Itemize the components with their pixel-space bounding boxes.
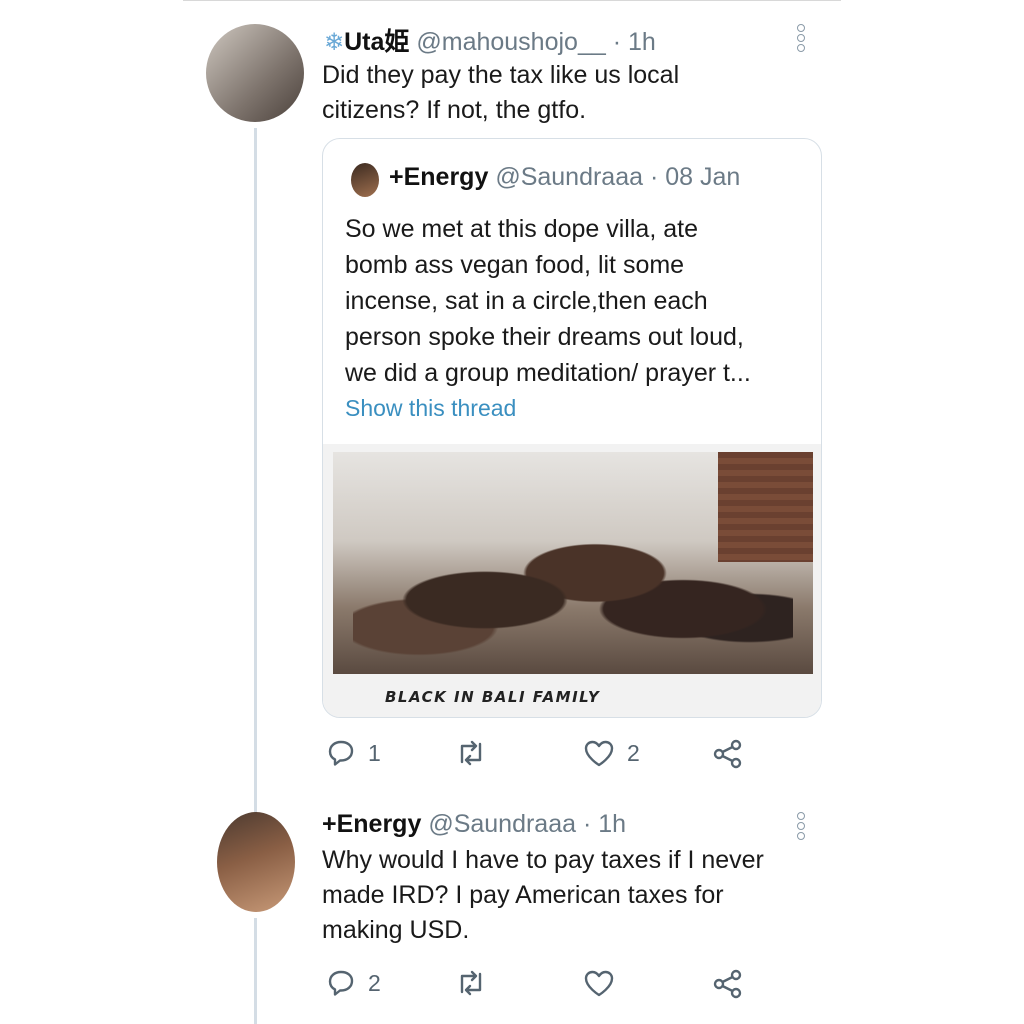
- quoted-media[interactable]: BLACK IN BALI FAMILY: [323, 444, 821, 717]
- quoted-header: +Energy @Saundraaa · 08 Jan: [389, 163, 740, 192]
- like-icon: [584, 740, 614, 767]
- tweet2-display-name[interactable]: +Energy: [322, 810, 421, 838]
- reply-icon: [328, 970, 354, 996]
- tweet2-retweet-button[interactable]: [454, 968, 500, 998]
- tweet2-text-line: Why would I have to pay taxes if I never: [322, 846, 764, 874]
- quoted-tweet-card[interactable]: +Energy @Saundraaa · 08 Jan So we met at…: [322, 138, 822, 718]
- tweet2-more-icon[interactable]: [797, 812, 805, 842]
- quoted-time: · 08 Jan: [649, 163, 741, 191]
- quoted-text-line: bomb ass vegan food, lit some: [345, 251, 685, 279]
- tweet1-reply-button[interactable]: 1: [326, 738, 381, 768]
- quoted-text-line: person spoke their dreams out loud,: [345, 323, 744, 351]
- tweet1-text-line: Did they pay the tax like us local: [322, 61, 680, 89]
- tweet2-reply-count: 2: [368, 969, 381, 996]
- photo-people: [353, 492, 793, 672]
- tweet1-like-button[interactable]: 2: [583, 738, 640, 768]
- quoted-text-line: we did a group meditation/ prayer t...: [345, 359, 751, 387]
- show-thread-link[interactable]: Show this thread: [345, 395, 516, 422]
- tweet1-text: Did they pay the tax like us local citiz…: [322, 58, 679, 128]
- tweet1-reply-count: 1: [368, 739, 381, 766]
- quoted-avatar: [351, 163, 379, 197]
- thread-connector: [254, 128, 257, 813]
- tweet1-time: · 1h: [612, 28, 656, 56]
- top-divider: [183, 0, 841, 1]
- tweet1-header: ❄Uta姫 @mahoushojo__ · 1h: [324, 22, 656, 58]
- tweet2-text-line: made IRD? I pay American taxes for: [322, 881, 724, 909]
- retweet-icon: [460, 740, 482, 766]
- photo-caption: BLACK IN BALI FAMILY: [385, 688, 601, 706]
- avatar-energy[interactable]: [217, 812, 295, 912]
- group-photo: [333, 452, 813, 674]
- quoted-text-line: incense, sat in a circle,then each: [345, 287, 708, 315]
- quoted-text: So we met at this dope villa, ate bomb a…: [345, 211, 805, 391]
- like-icon: [584, 970, 614, 997]
- tweet2-header: +Energy @Saundraaa · 1h: [322, 810, 626, 839]
- tweet1-share-button[interactable]: [712, 738, 744, 770]
- tweet2-text: Why would I have to pay taxes if I never…: [322, 843, 764, 948]
- tweet1-display-name[interactable]: Uta姫: [344, 28, 409, 56]
- tweet2-time: · 1h: [582, 810, 627, 838]
- retweet-icon: [460, 970, 482, 996]
- share-icon: [713, 969, 742, 999]
- avatar-uta[interactable]: [206, 24, 304, 122]
- quoted-display-name: +Energy: [389, 163, 489, 191]
- tweet2-text-line: making USD.: [322, 916, 470, 944]
- quoted-handle: @Saundraaa: [495, 163, 644, 191]
- tweet1-more-icon[interactable]: [797, 24, 805, 54]
- tweet1-retweet-button[interactable]: [454, 738, 500, 768]
- quoted-text-line: So we met at this dope villa, ate: [345, 215, 698, 243]
- tweet1-like-count: 2: [627, 739, 640, 766]
- snowflake-icon: ❄: [324, 29, 345, 56]
- tweet2-like-button[interactable]: [583, 968, 627, 998]
- tweet1-handle[interactable]: @mahoushojo__: [416, 28, 605, 56]
- tweet1-text-line: citizens? If not, the gtfo.: [322, 96, 587, 124]
- tweet2-share-button[interactable]: [712, 968, 744, 1000]
- share-icon: [713, 739, 742, 769]
- thread-connector-lower: [254, 918, 257, 1024]
- reply-icon: [328, 740, 354, 766]
- tweet2-reply-button[interactable]: 2: [326, 968, 381, 998]
- tweet2-handle[interactable]: @Saundraaa: [428, 810, 576, 838]
